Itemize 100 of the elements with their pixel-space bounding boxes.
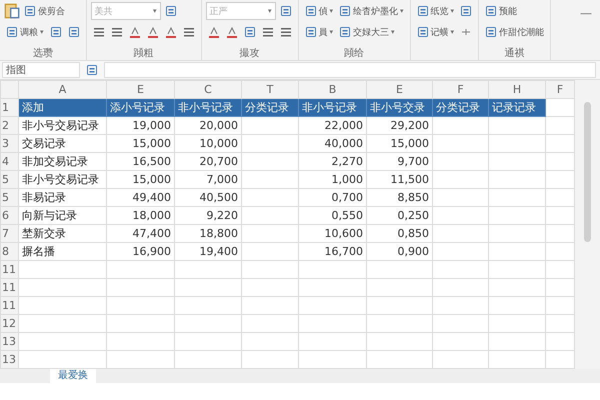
table-cell: 20,700 <box>174 152 242 170</box>
document-icon <box>68 26 80 38</box>
column-header[interactable]: C <box>174 80 242 98</box>
table-cell: 2,270 <box>298 152 366 170</box>
row-header[interactable]: 5 <box>0 170 18 188</box>
letter-a-icon <box>208 26 220 38</box>
table-cell: 9,700 <box>366 152 432 170</box>
column-header[interactable]: E <box>106 80 174 98</box>
header-cell: 非小号记录 <box>174 98 242 116</box>
group-label: 撮攻 <box>238 47 261 60</box>
table-cell: 49,400 <box>106 188 174 206</box>
table-cell: 0,850 <box>366 224 432 242</box>
row-header[interactable]: 12 <box>0 314 18 332</box>
ribbon-button[interactable]: 侯剪合 <box>22 2 67 20</box>
row-header[interactable]: 5 <box>0 188 18 206</box>
collapse-ribbon-button[interactable]: — <box>572 0 600 26</box>
column-header[interactable]: F <box>546 80 574 98</box>
row-header[interactable]: 13 <box>0 350 18 368</box>
table-cell: 10,000 <box>174 134 242 152</box>
table-cell: 8,850 <box>366 188 432 206</box>
lines-icon <box>182 26 195 38</box>
header-cell: 添小号记录 <box>106 98 174 116</box>
header-cell: 添加 <box>18 98 106 116</box>
table-cell: 20,000 <box>174 116 242 134</box>
header-cell: 非小号交录 <box>366 98 432 116</box>
column-header[interactable]: A <box>18 80 106 98</box>
table-cell: 29,200 <box>366 116 432 134</box>
column-header[interactable]: H <box>488 80 546 98</box>
table-cell: 19,400 <box>174 242 242 260</box>
header-cell: 非小号记录 <box>298 98 366 116</box>
row-header[interactable]: 1 <box>0 98 18 116</box>
table-cell: 19,000 <box>106 116 174 134</box>
row-header[interactable]: 7 <box>0 224 18 242</box>
table-cell: 15,000 <box>106 170 174 188</box>
document-icon <box>416 5 429 17</box>
table-cell: 16,500 <box>106 152 174 170</box>
document-icon <box>304 5 317 17</box>
sheet-tab[interactable]: 最爱换 <box>50 369 96 383</box>
letter-a-icon <box>164 26 177 38</box>
row-header[interactable]: 2 <box>0 116 18 134</box>
vertical-scrollbar[interactable] <box>575 80 600 369</box>
table-cell: 11,500 <box>366 170 432 188</box>
table-cell: 0,900 <box>366 242 432 260</box>
name-box[interactable]: 指图 <box>2 62 80 78</box>
table-cell: 0,700 <box>298 188 366 206</box>
table-cell: 18,800 <box>174 224 242 242</box>
table-cell: 47,400 <box>106 224 174 242</box>
table-cell: 摒名播 <box>18 242 106 260</box>
document-icon <box>339 5 352 17</box>
header-cell: 记录记录 <box>488 98 546 116</box>
document-icon <box>280 5 292 17</box>
document-icon <box>244 26 256 38</box>
table-cell: 16,700 <box>298 242 366 260</box>
document-icon <box>416 26 429 38</box>
row-header[interactable]: 8 <box>0 242 18 260</box>
table-cell: 10,600 <box>298 224 366 242</box>
table-cell: 9,220 <box>174 206 242 224</box>
table-cell: 0,550 <box>298 206 366 224</box>
ribbon-button[interactable]: 预能 <box>483 2 520 20</box>
clipboard-icon <box>4 3 20 19</box>
toolbar-button[interactable] <box>4 3 20 19</box>
table-cell: 40,500 <box>174 188 242 206</box>
column-header[interactable]: E <box>366 80 432 98</box>
row-header[interactable]: 11 <box>0 296 18 314</box>
table-cell: 非易记录 <box>18 188 106 206</box>
table-cell: 7,000 <box>174 170 242 188</box>
document-icon <box>164 5 177 17</box>
letter-a-icon <box>128 26 141 38</box>
column-header[interactable]: F <box>432 80 488 98</box>
ribbon-button[interactable]: 作甜佗潮能 <box>483 23 546 41</box>
document-icon <box>304 26 317 38</box>
table-cell: 交易记录 <box>18 134 106 152</box>
column-header[interactable]: B <box>298 80 366 98</box>
document-icon <box>24 5 36 17</box>
lines-icon <box>92 26 105 38</box>
letter-a-icon <box>226 26 238 38</box>
document-icon <box>6 26 18 38</box>
row-header[interactable]: 11 <box>0 278 18 296</box>
row-header[interactable]: 13 <box>0 332 18 350</box>
group-label: 蹞给 <box>343 47 366 60</box>
header-cell: 分类记录 <box>242 98 298 116</box>
group-label: 蹞粗 <box>132 47 155 60</box>
document-icon <box>460 5 472 17</box>
row-header[interactable]: 11 <box>0 260 18 278</box>
column-header[interactable]: T <box>242 80 298 98</box>
document-icon <box>485 5 498 17</box>
table-cell: 18,000 <box>106 206 174 224</box>
lines-icon <box>262 26 274 38</box>
lines-icon <box>280 26 292 38</box>
header-cell: 分类记录 <box>432 98 488 116</box>
table-cell: 非小号交易记录 <box>18 116 106 134</box>
row-header[interactable]: 3 <box>0 134 18 152</box>
table-cell: 非小号交易记录 <box>18 170 106 188</box>
document-icon <box>485 26 498 38</box>
document-icon <box>339 26 352 38</box>
table-cell: 1,000 <box>298 170 366 188</box>
row-header[interactable]: 6 <box>0 206 18 224</box>
row-header[interactable]: 4 <box>0 152 18 170</box>
table-cell: 0,250 <box>366 206 432 224</box>
table-cell: 40,000 <box>298 134 366 152</box>
